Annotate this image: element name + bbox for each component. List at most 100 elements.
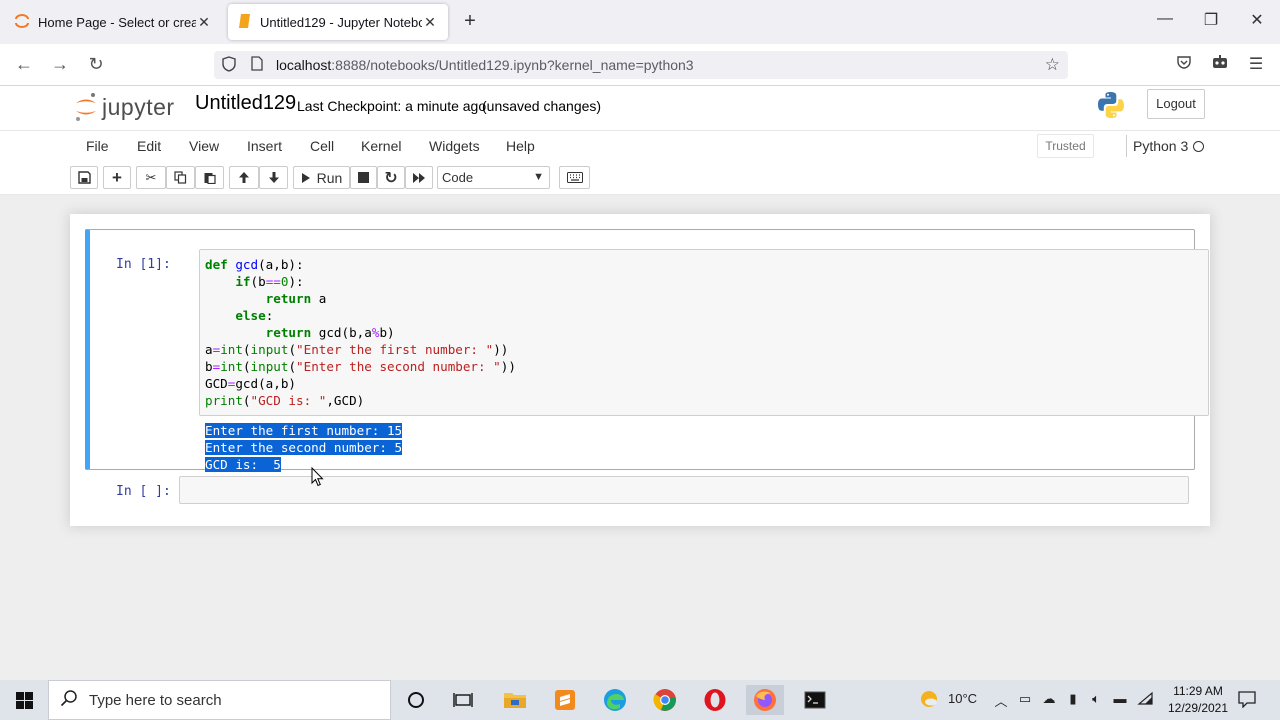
terminal-icon[interactable] bbox=[796, 685, 834, 715]
close-icon[interactable]: ✕ bbox=[422, 14, 438, 31]
reload-icon[interactable]: ↻ bbox=[84, 53, 108, 77]
menu-insert[interactable]: Insert bbox=[247, 138, 282, 154]
run-label: Run bbox=[316, 169, 343, 186]
interrupt-button[interactable] bbox=[350, 166, 377, 189]
restart-kernel-button[interactable]: ↻ bbox=[377, 166, 405, 189]
battery-icon[interactable]: ▬ bbox=[1111, 691, 1129, 706]
paste-button[interactable] bbox=[195, 166, 224, 189]
mouse-cursor-icon bbox=[311, 467, 324, 487]
menu-bar: File Edit View Insert Cell Kernel Widget… bbox=[0, 130, 1280, 160]
menu-help[interactable]: Help bbox=[506, 138, 535, 154]
restart-run-all-button[interactable] bbox=[405, 166, 433, 189]
menu-cell[interactable]: Cell bbox=[310, 138, 334, 154]
new-tab-plus-icon[interactable]: + bbox=[458, 10, 482, 34]
search-placeholder: Type here to search bbox=[89, 691, 222, 709]
cell-type-select[interactable]: Code ▼ bbox=[437, 166, 550, 189]
menu-edit[interactable]: Edit bbox=[137, 138, 161, 154]
forward-arrow-icon[interactable]: → bbox=[48, 53, 72, 77]
system-clock[interactable]: 11:29 AM 12/29/2021 bbox=[1160, 683, 1236, 717]
output-line: Enter the second number: 5 bbox=[205, 440, 403, 455]
sublime-text-icon[interactable] bbox=[546, 685, 584, 715]
notebook-name[interactable]: Untitled129 bbox=[195, 92, 296, 115]
browser-nav-bar: ← → ↻ localhost:8888/notebooks/Untitled1… bbox=[0, 44, 1280, 86]
wifi-icon[interactable] bbox=[1136, 691, 1154, 708]
output-line: Enter the first number: 15 bbox=[205, 423, 403, 438]
move-up-button[interactable] bbox=[229, 166, 259, 189]
tab-home-page[interactable]: Home Page - Select or create a notebook … bbox=[4, 4, 222, 40]
autosave-status: (unsaved changes) bbox=[482, 98, 602, 114]
weather-icon[interactable] bbox=[919, 689, 937, 712]
checkpoint-status: Last Checkpoint: a minute ago bbox=[297, 98, 487, 114]
menu-kernel[interactable]: Kernel bbox=[361, 138, 401, 154]
close-icon[interactable]: ✕ bbox=[196, 14, 212, 31]
jupyter-logo-text: jupyter bbox=[102, 93, 175, 120]
opera-browser-icon[interactable] bbox=[696, 685, 734, 715]
jupyter-logo-icon bbox=[76, 93, 96, 121]
cut-button[interactable]: ✂ bbox=[136, 166, 166, 189]
move-down-button[interactable] bbox=[259, 166, 288, 189]
menu-file[interactable]: File bbox=[86, 138, 109, 154]
code-editor-empty[interactable] bbox=[179, 476, 1189, 504]
menu-view[interactable]: View bbox=[189, 138, 219, 154]
tab-title: Untitled129 - Jupyter Notebook bbox=[260, 14, 422, 30]
taskbar-search[interactable]: Type here to search bbox=[48, 680, 391, 720]
meet-now-icon[interactable]: ▭ bbox=[1016, 691, 1034, 707]
extension-icon[interactable] bbox=[1209, 54, 1231, 76]
address-bar[interactable]: localhost:8888/notebooks/Untitled129.ipy… bbox=[214, 51, 1068, 79]
code-editor[interactable]: def gcd(a,b): if(b==0): return a else: r… bbox=[199, 249, 1209, 416]
trusted-indicator[interactable]: Trusted bbox=[1037, 134, 1094, 158]
copy-icon bbox=[174, 171, 187, 184]
weather-temperature[interactable]: 10°C bbox=[948, 691, 977, 706]
kernel-name[interactable]: Python 3 bbox=[1126, 135, 1188, 157]
jupyter-logo[interactable]: jupyter bbox=[74, 90, 175, 124]
plus-icon: + bbox=[112, 167, 122, 187]
restore-icon[interactable]: ❐ bbox=[1196, 10, 1226, 34]
notifications-icon[interactable] bbox=[1238, 690, 1256, 711]
keyboard-icon bbox=[566, 172, 583, 183]
paste-icon bbox=[204, 173, 216, 184]
copy-button[interactable] bbox=[166, 166, 195, 189]
url-text: localhost:8888/notebooks/Untitled129.ipy… bbox=[276, 57, 694, 73]
firefox-browser-icon[interactable] bbox=[746, 685, 784, 715]
onedrive-cloud-icon[interactable]: ☁ bbox=[1040, 691, 1058, 707]
file-explorer-icon[interactable] bbox=[496, 685, 534, 715]
chrome-browser-icon[interactable] bbox=[646, 685, 684, 715]
windows-taskbar: Type here to search 10°C ︿ ▭ ☁ ▮ 🔈︎ ▬ 11… bbox=[0, 680, 1280, 720]
restart-icon: ↻ bbox=[384, 169, 398, 187]
scissors-icon: ✂ bbox=[145, 169, 157, 185]
code-cell-empty[interactable]: In [ ]: bbox=[90, 474, 1195, 506]
notebook-toolbar: + ✂ Run ↻ Code ▼ bbox=[0, 160, 1280, 195]
save-button[interactable] bbox=[70, 166, 98, 189]
back-arrow-icon[interactable]: ← bbox=[12, 53, 36, 77]
code-cell-selected[interactable]: In [1]: def gcd(a,b): if(b==0): return a… bbox=[85, 229, 1209, 473]
start-button[interactable] bbox=[0, 680, 48, 720]
menu-widgets[interactable]: Widgets bbox=[429, 138, 480, 154]
output-line: GCD is: 5 bbox=[205, 457, 281, 472]
tab-notebook[interactable]: Untitled129 - Jupyter Notebook ✕ bbox=[228, 4, 448, 40]
task-view-icon[interactable] bbox=[444, 685, 482, 715]
bookmark-star-icon[interactable]: ☆ bbox=[1045, 55, 1060, 75]
jupyter-favicon-icon bbox=[14, 13, 30, 32]
edge-browser-icon[interactable] bbox=[596, 685, 634, 715]
window-close-icon[interactable]: ✕ bbox=[1242, 10, 1272, 34]
volume-icon[interactable]: 🔈︎ bbox=[1087, 691, 1105, 707]
insert-cell-button[interactable]: + bbox=[103, 166, 131, 189]
logout-button[interactable]: Logout bbox=[1147, 89, 1205, 119]
cell-output[interactable]: Enter the first number: 15 Enter the sec… bbox=[205, 422, 403, 473]
pocket-icon[interactable] bbox=[1173, 54, 1195, 76]
python-logo-icon bbox=[1096, 90, 1126, 120]
command-palette-button[interactable] bbox=[559, 166, 590, 189]
minimize-icon[interactable]: — bbox=[1150, 10, 1180, 34]
jupyter-header: jupyter Untitled129 Last Checkpoint: a m… bbox=[0, 86, 1280, 130]
chevron-up-icon[interactable]: ︿ bbox=[992, 691, 1010, 710]
page-info-icon[interactable] bbox=[248, 56, 266, 74]
shield-icon[interactable] bbox=[220, 55, 238, 75]
kernel-idle-indicator-icon bbox=[1193, 141, 1204, 152]
arrow-up-icon bbox=[239, 172, 249, 183]
code-source: def gcd(a,b): if(b==0): return a else: r… bbox=[205, 257, 516, 408]
cortana-icon[interactable] bbox=[397, 685, 435, 715]
usb-device-icon[interactable]: ▮ bbox=[1064, 691, 1082, 707]
run-button[interactable]: Run bbox=[293, 166, 350, 189]
hamburger-menu-icon[interactable]: ☰ bbox=[1245, 54, 1267, 76]
browser-tab-bar: Home Page - Select or create a notebook … bbox=[0, 0, 1280, 44]
